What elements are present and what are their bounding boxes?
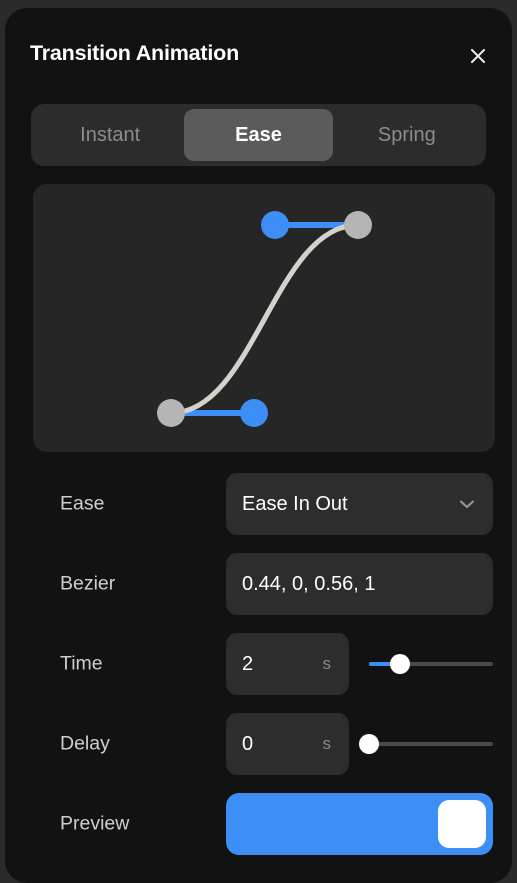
delay-slider-thumb[interactable] <box>359 734 379 754</box>
mode-segmented-control[interactable]: Instant Ease Spring <box>31 104 486 166</box>
row-label-ease: Ease <box>60 492 105 515</box>
row-label-bezier: Bezier <box>60 572 116 595</box>
tab-spring[interactable]: Spring <box>333 109 481 161</box>
time-slider-thumb[interactable] <box>390 654 410 674</box>
tab-instant[interactable]: Instant <box>36 109 184 161</box>
close-icon <box>470 48 486 64</box>
close-button[interactable] <box>463 41 493 71</box>
page-title: Transition Animation <box>30 41 240 65</box>
bezier-input-value: 0.44, 0, 0.56, 1 <box>242 572 376 595</box>
ease-select[interactable]: Ease In Out <box>226 473 493 535</box>
end-anchor-point <box>344 211 372 239</box>
time-input-value: 2 <box>242 652 254 675</box>
row-preview: Preview <box>5 793 512 855</box>
row-bezier: Bezier 0.44, 0, 0.56, 1 <box>5 553 512 615</box>
delay-unit-label: s <box>322 734 332 753</box>
start-anchor-point <box>157 399 185 427</box>
time-input[interactable]: 2 s <box>226 633 349 695</box>
tab-ease[interactable]: Ease <box>184 109 333 161</box>
delay-slider-track <box>369 742 493 746</box>
delay-input-value: 0 <box>242 732 254 755</box>
preview-toggle-knob <box>438 800 486 848</box>
bezier-curve-editor[interactable] <box>33 184 495 452</box>
chevron-down-icon <box>457 494 493 514</box>
bezier-input[interactable]: 0.44, 0, 0.56, 1 <box>226 553 493 615</box>
row-label-delay: Delay <box>60 732 110 755</box>
row-delay: Delay 0 s <box>5 713 512 775</box>
time-unit-label: s <box>322 654 332 673</box>
delay-slider[interactable] <box>359 713 493 775</box>
row-time: Time 2 s <box>5 633 512 695</box>
bezier-curve-canvas <box>157 211 372 427</box>
end-control-handle <box>261 211 289 239</box>
panel-header: Transition Animation <box>5 8 512 92</box>
row-label-preview: Preview <box>60 812 130 835</box>
delay-input[interactable]: 0 s <box>226 713 349 775</box>
preview-toggle[interactable] <box>226 793 493 855</box>
row-label-time: Time <box>60 652 103 675</box>
start-control-handle <box>240 399 268 427</box>
bezier-curve-path <box>168 222 361 416</box>
transition-animation-panel: Transition Animation Instant Ease Spring <box>5 8 512 883</box>
ease-select-value: Ease In Out <box>242 492 348 515</box>
row-ease: Ease Ease In Out <box>5 473 512 535</box>
time-slider[interactable] <box>369 633 493 695</box>
